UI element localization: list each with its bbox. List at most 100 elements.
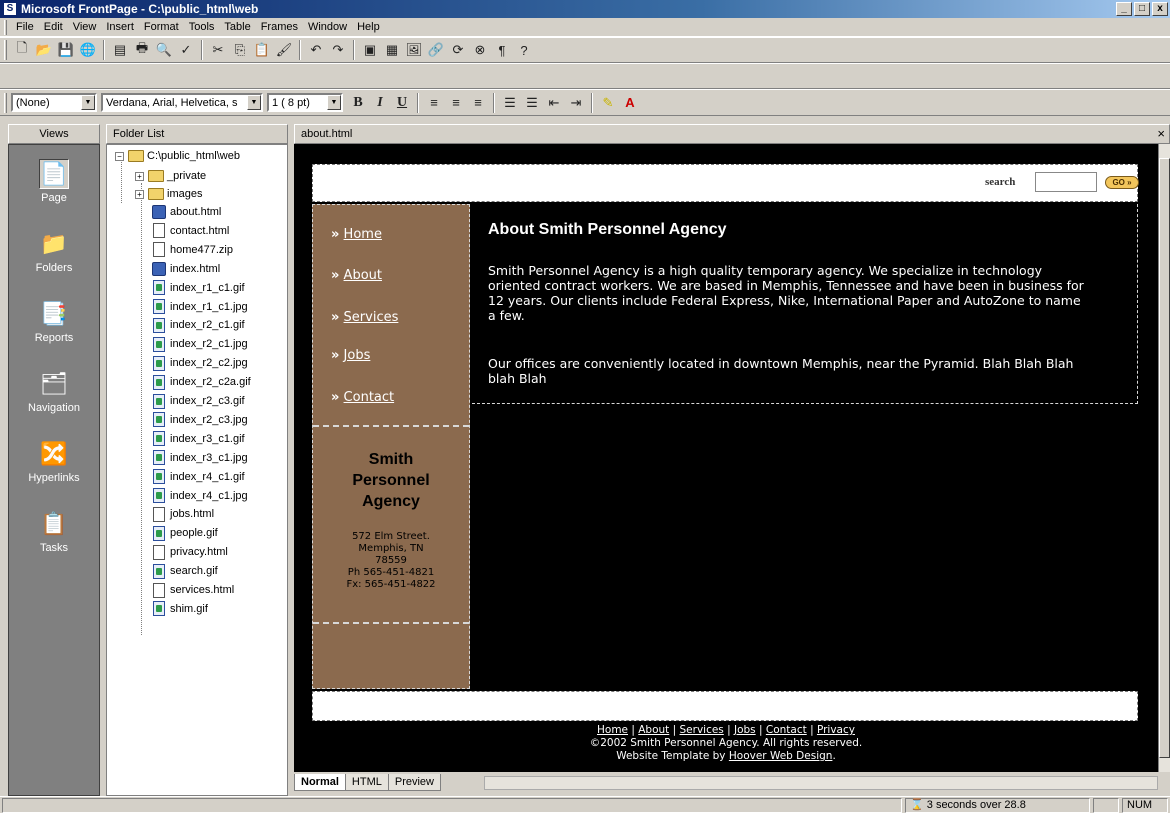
web-nav-services[interactable]: » Services	[331, 310, 398, 325]
align-right-icon[interactable]: ≡	[467, 92, 489, 114]
web-nav-home[interactable]: » Home	[331, 227, 382, 242]
view-navigation[interactable]: 🗂 Navigation	[9, 369, 99, 414]
footer-link-home[interactable]: Home	[597, 724, 628, 736]
toolbar-grip[interactable]	[4, 40, 7, 60]
expand-icon[interactable]: +	[135, 171, 144, 181]
save-icon[interactable]: 💾	[55, 39, 77, 61]
tree-file[interactable]: home477.zip	[151, 241, 233, 259]
bullet-list-icon[interactable]: ☰	[521, 92, 543, 114]
minimize-button[interactable]: _	[1116, 2, 1132, 16]
refresh-icon[interactable]: ⟳	[447, 39, 469, 61]
copy-icon[interactable]: ⎘	[229, 39, 251, 61]
italic-button[interactable]: I	[369, 92, 391, 114]
insert-component-icon[interactable]: ▣	[359, 39, 381, 61]
web-go-button[interactable]: GO »	[1105, 176, 1139, 189]
menu-grip[interactable]	[4, 19, 7, 35]
insert-table-icon[interactable]: ▦	[381, 39, 403, 61]
folder-list-icon[interactable]: ▤	[109, 39, 131, 61]
stop-icon[interactable]: ⊗	[469, 39, 491, 61]
tree-file[interactable]: index_r2_c3.jpg	[151, 411, 248, 429]
help-icon[interactable]: ?	[513, 39, 535, 61]
preview-icon[interactable]: 🔍	[153, 39, 175, 61]
chevron-down-icon[interactable]: ▼	[247, 95, 261, 110]
tree-file[interactable]: jobs.html	[151, 505, 214, 523]
tree-folder[interactable]: + images	[135, 185, 202, 203]
web-search-input[interactable]	[1035, 172, 1097, 192]
tree-root[interactable]: − C:\public_html\web	[115, 147, 240, 165]
menu-format[interactable]: Format	[139, 21, 184, 33]
underline-button[interactable]: U	[391, 92, 413, 114]
numbered-list-icon[interactable]: ☰	[499, 92, 521, 114]
view-folders[interactable]: 📁 Folders	[9, 229, 99, 274]
tree-file[interactable]: shim.gif	[151, 600, 208, 618]
web-nav-contact[interactable]: » Contact	[331, 390, 394, 405]
decrease-indent-icon[interactable]: ⇤	[543, 92, 565, 114]
chevron-down-icon[interactable]: ▼	[327, 95, 341, 110]
maximize-button[interactable]: □	[1134, 2, 1150, 16]
tree-file[interactable]: index_r2_c1.gif	[151, 316, 245, 334]
format-painter-icon[interactable]: 🖌	[273, 39, 295, 61]
template-credit-link[interactable]: Hoover Web Design	[729, 750, 833, 762]
menu-frames[interactable]: Frames	[256, 21, 303, 33]
footer-link-privacy[interactable]: Privacy	[817, 724, 855, 736]
publish-icon[interactable]: 🌐	[77, 39, 99, 61]
tree-file[interactable]: about.html	[151, 203, 221, 221]
expand-icon[interactable]: +	[135, 189, 144, 199]
toolbar-grip[interactable]	[4, 92, 7, 113]
highlight-color-icon[interactable]: ✎	[597, 92, 619, 114]
tree-file[interactable]: index_r1_c1.gif	[151, 279, 245, 297]
scroll-thumb[interactable]	[1159, 158, 1170, 758]
web-nav-about[interactable]: » About	[331, 268, 382, 283]
tab-preview[interactable]: Preview	[387, 774, 441, 791]
view-page[interactable]: 📄 Page	[9, 159, 99, 204]
close-document-icon[interactable]: ×	[1157, 125, 1165, 143]
tree-file[interactable]: index_r2_c2a.gif	[151, 373, 251, 391]
tree-file[interactable]: index_r3_c1.gif	[151, 430, 245, 448]
font-color-icon[interactable]: A	[619, 92, 641, 114]
font-select[interactable]: Verdana, Arial, Helvetica, s ▼	[101, 93, 263, 112]
tree-file[interactable]: search.gif	[151, 562, 218, 580]
editor-tab-about[interactable]: about.html ×	[294, 124, 1170, 144]
paste-icon[interactable]: 📋	[251, 39, 273, 61]
tree-file[interactable]: services.html	[151, 581, 234, 599]
tree-file[interactable]: index_r3_c1.jpg	[151, 449, 248, 467]
footer-link-services[interactable]: Services	[680, 724, 724, 736]
cut-icon[interactable]: ✂	[207, 39, 229, 61]
menu-file[interactable]: File	[11, 21, 39, 33]
tree-file[interactable]: index_r1_c1.jpg	[151, 298, 248, 316]
tab-normal[interactable]: Normal	[294, 774, 346, 791]
style-select[interactable]: (None) ▼	[11, 93, 97, 112]
web-nav-jobs[interactable]: » Jobs	[331, 348, 370, 363]
tree-file[interactable]: index_r2_c3.gif	[151, 392, 245, 410]
print-icon[interactable]: 🖶	[131, 39, 153, 61]
tree-file[interactable]: people.gif	[151, 524, 218, 542]
increase-indent-icon[interactable]: ⇥	[565, 92, 587, 114]
show-all-icon[interactable]: ¶	[491, 39, 513, 61]
menu-help[interactable]: Help	[352, 21, 385, 33]
menu-window[interactable]: Window	[303, 21, 352, 33]
editor-vertical-scrollbar[interactable]	[1158, 144, 1170, 772]
frontpage-app-icon[interactable]: S	[3, 2, 17, 16]
tree-file[interactable]: index_r4_c1.jpg	[151, 487, 248, 505]
tree-folder[interactable]: + _private	[135, 167, 206, 185]
footer-link-contact[interactable]: Contact	[766, 724, 807, 736]
undo-icon[interactable]: ↶	[305, 39, 327, 61]
tree-file[interactable]: index_r2_c2.jpg	[151, 354, 248, 372]
menu-tools[interactable]: Tools	[184, 21, 220, 33]
tab-html[interactable]: HTML	[344, 774, 389, 791]
menu-table[interactable]: Table	[219, 21, 255, 33]
open-icon[interactable]: 📂	[33, 39, 55, 61]
align-center-icon[interactable]: ≡	[445, 92, 467, 114]
bold-button[interactable]: B	[347, 92, 369, 114]
insert-picture-icon[interactable]: 🖼	[403, 39, 425, 61]
tree-file[interactable]: contact.html	[151, 222, 229, 240]
tree-file[interactable]: index.html	[151, 260, 220, 278]
new-page-icon[interactable]: 🗋	[11, 39, 33, 61]
footer-link-jobs[interactable]: Jobs	[734, 724, 756, 736]
tree-file[interactable]: privacy.html	[151, 543, 228, 561]
redo-icon[interactable]: ↷	[327, 39, 349, 61]
footer-link-about[interactable]: About	[638, 724, 669, 736]
menu-insert[interactable]: Insert	[101, 21, 139, 33]
tree-file[interactable]: index_r4_c1.gif	[151, 468, 245, 486]
page-editor[interactable]: search GO » » Home » About » Services » …	[294, 144, 1158, 772]
